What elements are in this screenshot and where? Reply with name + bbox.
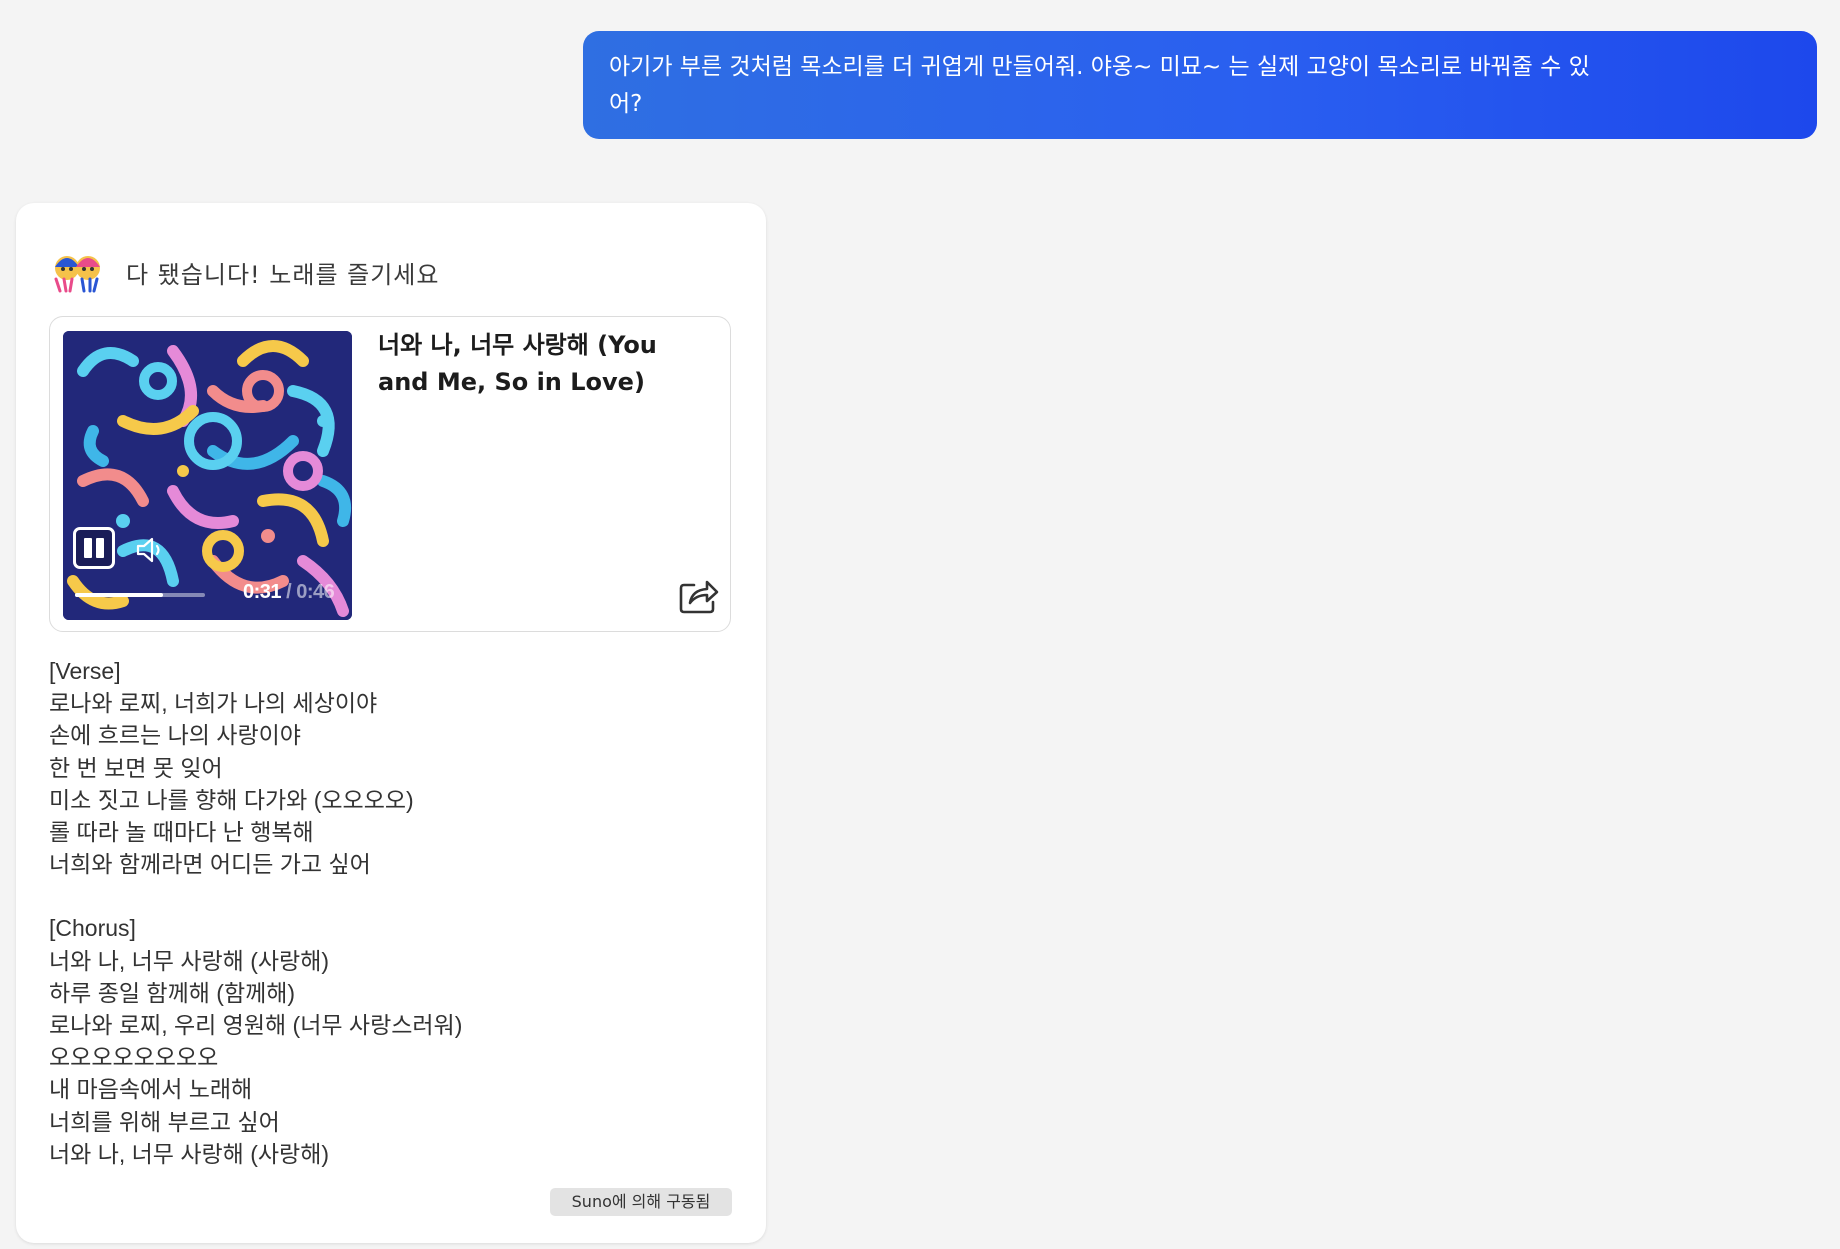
playback-progress-fill bbox=[75, 593, 163, 597]
lyric-line: 너와 나, 너무 사랑해 (사랑해) bbox=[49, 947, 330, 974]
song-card: 0:31 / 0:46 너와 나, 너무 사랑해 (You and Me, So… bbox=[49, 316, 731, 632]
artwork-image bbox=[63, 331, 352, 620]
time-readout: 0:31 / 0:46 bbox=[243, 581, 335, 604]
lyric-section-heading: [Verse] bbox=[49, 658, 121, 684]
lyric-line: 한 번 보면 못 잊어 bbox=[49, 754, 223, 781]
bot-response-card: 다 됐습니다! 노래를 즐기세요 0:31 / 0:46 너와 나, 너무 사랑… bbox=[16, 203, 766, 1243]
song-title-line-1: 너와 나, 너무 사랑해 (You bbox=[378, 331, 657, 359]
lyric-line: 미소 짓고 나를 향해 다가와 (오오오오) bbox=[49, 786, 414, 813]
playback-progress-bar[interactable] bbox=[75, 593, 205, 597]
bot-response-header-text: 다 됐습니다! 노래를 즐기세요 bbox=[126, 260, 440, 289]
lyric-line: 너희를 위해 부르고 싶어 bbox=[49, 1108, 280, 1135]
song-title-line-2: and Me, So in Love) bbox=[378, 368, 645, 396]
lyric-line: 로나와 로찌, 너희가 나의 세상이야 bbox=[49, 690, 378, 717]
song-title: 너와 나, 너무 사랑해 (You and Me, So in Love) bbox=[378, 327, 698, 401]
elapsed-time: 0:31 bbox=[243, 581, 282, 603]
lyric-line: 내 마음속에서 노래해 bbox=[49, 1076, 253, 1103]
lyric-line: 하루 종일 함께해 (함께해) bbox=[49, 979, 296, 1006]
total-duration: 0:46 bbox=[296, 581, 335, 603]
song-artwork-player[interactable]: 0:31 / 0:46 bbox=[63, 331, 352, 620]
lyric-section: [Chorus] 너와 나, 너무 사랑해 (사랑해) 하루 종일 함께해 (함께해… bbox=[49, 912, 729, 1170]
lyric-line: 로나와 로찌, 우리 영원해 (너무 사랑스러워) bbox=[49, 1012, 463, 1039]
user-message-line-1: 아기가 부른 것처럼 목소리를 더 귀엽게 만들어줘. 야옹~ 미묘~ 는 실제… bbox=[609, 54, 1590, 80]
speaker-icon[interactable] bbox=[135, 535, 167, 565]
lyric-line: 손에 흐르는 나의 사랑이야 bbox=[49, 722, 301, 749]
powered-by-badge: Suno에 의해 구동됨 bbox=[550, 1188, 732, 1216]
user-message-line-2: 어? bbox=[609, 91, 643, 117]
lyric-line: 너희와 함께라면 어디든 가고 싶어 bbox=[49, 851, 371, 878]
lyric-section-heading: [Chorus] bbox=[49, 915, 136, 942]
pause-icon[interactable] bbox=[73, 527, 115, 569]
lyric-line: 너와 나, 너무 사랑해 (사랑해) bbox=[49, 1140, 330, 1167]
share-icon[interactable] bbox=[676, 572, 720, 616]
singing-characters-icon bbox=[54, 256, 100, 293]
lyric-section: [Verse] 로나와 로찌, 너희가 나의 세상이야손에 흐르는 나의 사랑이야… bbox=[49, 655, 729, 880]
lyric-line: 오오오오오오오오 bbox=[49, 1044, 219, 1071]
lyric-line: 롤 따라 놀 때마다 난 행복해 bbox=[49, 819, 314, 846]
user-message-bubble: 아기가 부른 것처럼 목소리를 더 귀엽게 만들어줘. 야옹~ 미묘~ 는 실제… bbox=[583, 31, 1817, 139]
lyrics-block: [Verse] 로나와 로찌, 너희가 나의 세상이야손에 흐르는 나의 사랑이야… bbox=[49, 655, 729, 1170]
time-separator: / bbox=[286, 581, 292, 603]
bot-response-header: 다 됐습니다! 노래를 즐기세요 bbox=[50, 251, 439, 293]
